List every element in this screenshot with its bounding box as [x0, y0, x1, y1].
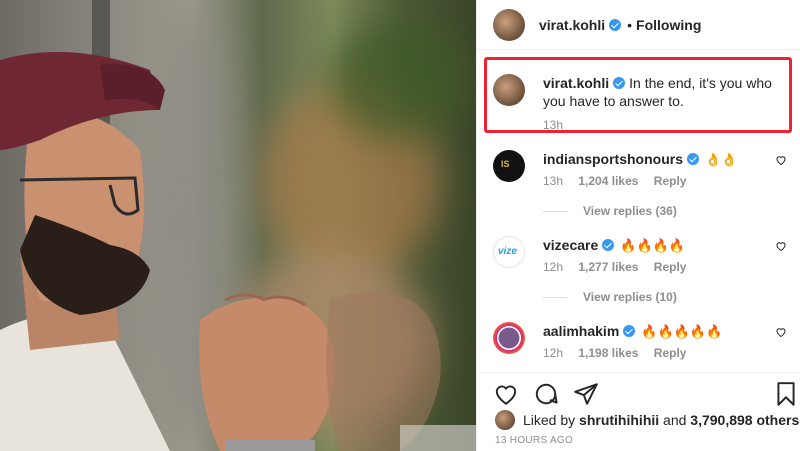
reply-button[interactable]: Reply: [654, 260, 687, 274]
view-replies-button[interactable]: View replies (36): [543, 204, 677, 218]
comment-time: 12h: [543, 346, 564, 360]
view-replies-button[interactable]: View replies (10): [543, 290, 677, 304]
verified-badge-icon: [687, 153, 699, 165]
verified-badge-icon: [609, 18, 622, 31]
view-replies-label[interactable]: View replies (10): [583, 290, 677, 304]
reply-button[interactable]: Reply: [654, 174, 687, 188]
verified-badge-icon: [623, 325, 636, 337]
comment-text: 🔥🔥🔥🔥: [620, 238, 686, 253]
post-photo[interactable]: [0, 0, 476, 451]
comment-likes[interactable]: 1,198 likes: [578, 346, 638, 360]
verified-badge-icon: [613, 77, 626, 89]
commenter-avatar[interactable]: [493, 236, 525, 268]
post-header: virat.kohli • Following: [477, 0, 800, 50]
heart-icon[interactable]: [493, 381, 519, 407]
comment-username[interactable]: aalimhakim: [543, 323, 619, 339]
view-replies-label[interactable]: View replies (36): [583, 204, 677, 218]
post-timestamp: 13 HOURS AGO: [495, 435, 574, 446]
commenter-avatar[interactable]: [493, 150, 525, 182]
verified-badge-icon: [602, 239, 615, 251]
person-silhouette: [0, 0, 476, 451]
caption-username[interactable]: virat.kohli: [543, 75, 609, 91]
liked-by-and: and: [663, 412, 687, 428]
bookmark-icon[interactable]: [773, 381, 799, 407]
liker-username[interactable]: shrutihihihii: [579, 412, 659, 428]
caption-time: 13h: [543, 118, 564, 132]
likes-summary: Liked by shrutihihihii and 3,790,898 oth…: [495, 410, 799, 430]
liked-by-prefix: Liked by: [523, 412, 576, 428]
like-comment-heart-icon[interactable]: [775, 154, 787, 166]
comment-text: 🔥🔥🔥🔥🔥: [641, 324, 723, 339]
comment-icon[interactable]: [533, 381, 559, 407]
author-avatar[interactable]: [493, 8, 525, 41]
likes-others-link[interactable]: 3,790,898 others: [690, 412, 799, 428]
comment-likes[interactable]: 1,277 likes: [578, 260, 638, 274]
post-caption: virat.kohli In the end, it's you who you …: [493, 74, 783, 110]
like-comment-heart-icon[interactable]: [775, 240, 787, 252]
comment-text: 👌👌: [705, 152, 738, 167]
comment-time: 12h: [543, 260, 564, 274]
commenter-avatar[interactable]: [493, 322, 525, 354]
header-separator: •: [627, 16, 633, 33]
comment-time: 13h: [543, 174, 564, 188]
comment-username[interactable]: vizecare: [543, 237, 598, 253]
comment-username[interactable]: indiansportshonours: [543, 151, 683, 167]
post-action-bar: [477, 372, 800, 408]
like-comment-heart-icon[interactable]: [775, 326, 787, 338]
following-button[interactable]: Following: [636, 17, 701, 33]
comment-item: vizecare 🔥🔥🔥🔥 12h 1,277 likes Reply View …: [493, 236, 793, 304]
caption-avatar[interactable]: [493, 74, 525, 106]
author-username[interactable]: virat.kohli: [539, 17, 605, 33]
liker-avatar[interactable]: [495, 410, 515, 430]
share-icon[interactable]: [573, 381, 599, 407]
comment-item: indiansportshonours 👌👌 13h 1,204 likes Re…: [493, 150, 793, 218]
comments-panel: virat.kohli • Following virat.kohli In th…: [476, 0, 800, 451]
comment-likes[interactable]: 1,204 likes: [578, 174, 638, 188]
comment-item: aalimhakim 🔥🔥🔥🔥🔥 12h 1,198 likes Reply: [493, 322, 793, 360]
reply-button[interactable]: Reply: [654, 346, 687, 360]
